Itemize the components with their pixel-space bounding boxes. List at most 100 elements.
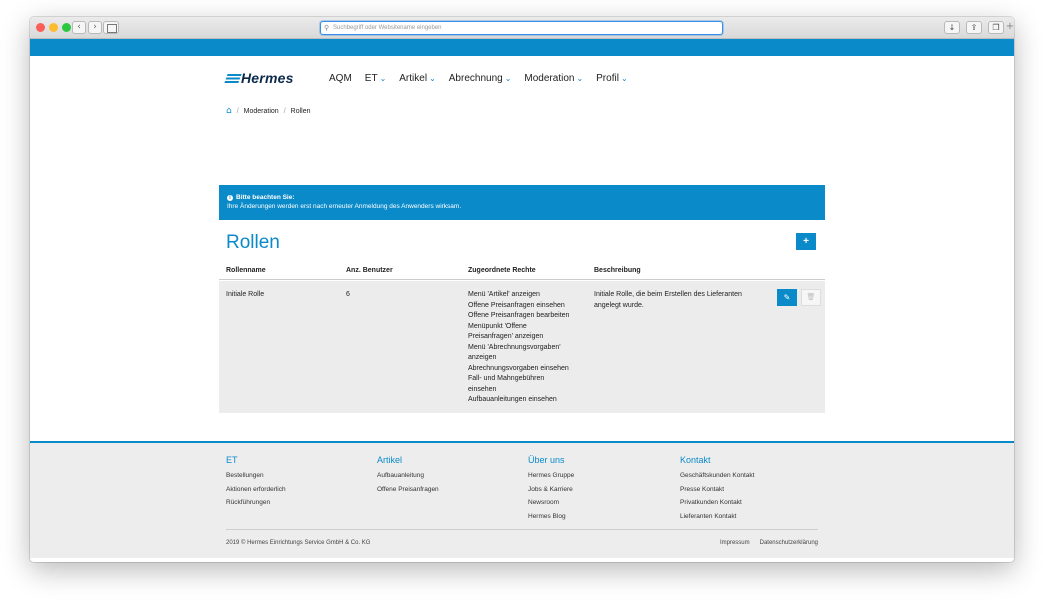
home-icon[interactable]: ⌂ [226,106,232,116]
footer-column-et: ET Bestellungen Aktionen erforderlich Rü… [226,455,286,510]
footer-link[interactable]: Hermes Gruppe [528,469,574,483]
footer-link[interactable]: Newsroom [528,496,574,510]
chevron-down-icon: ⌄ [429,74,436,83]
zoom-window-button[interactable] [62,23,71,32]
table-row: Initiale Rolle 6 Menü 'Artikel' anzeigen… [219,281,825,413]
column-header-rollenname: Rollenname [226,267,266,274]
nav-label: Moderation [524,73,575,84]
footer-link[interactable]: Jobs & Karriere [528,483,574,497]
alert-title-line: i Bitte beachten Sie: [227,193,825,202]
description-line: angelegt wurde. [594,301,644,309]
datenschutz-link[interactable]: Datenschutzerklärung [760,540,818,546]
chevron-down-icon: ⌄ [379,74,387,83]
right-item: Fall- und Mahngebühren [468,375,545,382]
back-button[interactable]: ‹ [72,21,86,34]
breadcrumb-separator: / [283,107,286,115]
breadcrumb-separator: / [236,107,239,115]
nav-item-moderation[interactable]: Moderation ⌄ [524,73,583,84]
site-footer: ET Bestellungen Aktionen erforderlich Rü… [30,441,1014,558]
nav-label: Abrechnung [448,73,503,84]
role-description: Initiale Rolle, die beim Erstellen des L… [594,290,770,311]
nav-item-artikel[interactable]: Artikel ⌄ [399,73,436,84]
info-icon: i [227,195,233,201]
right-item: anzeigen [468,354,497,361]
footer-column-title: Kontakt [680,455,711,465]
delete-role-button[interactable]: 🗑 [801,289,821,306]
footer-link[interactable]: Aufbauanleitung [377,469,439,483]
nav-label: ET [364,73,378,84]
user-count: 6 [346,291,350,298]
column-header-rechte: Zugeordnete Rechte [468,267,536,274]
footer-column-title: Artikel [377,455,403,465]
legal-links: Impressum Datenschutzerklärung [720,540,818,546]
footer-column-artikel: Artikel Aufbauanleitung Offene Preisanfr… [377,455,439,496]
share-button[interactable]: ⇪ [966,21,982,34]
right-item: Menüpunkt 'Offene [468,322,527,330]
footer-link[interactable]: Aktionen erforderlich [226,483,286,497]
browser-window: ‹ › ⚲ Suchbegriff oder Websitename einge… [30,17,1014,562]
footer-link[interactable]: Geschäftskunden Kontakt [680,469,754,483]
footer-link[interactable]: Bestellungen [226,469,286,483]
footer-column-ueber-uns: Über uns Hermes Gruppe Jobs & Karriere N… [528,455,574,523]
tabs-button[interactable]: ❐ [988,21,1004,34]
right-item: Preisanfragen' anzeigen [468,333,544,340]
logo-text: Hermes [241,70,294,86]
nav-item-profil[interactable]: Profil ⌄ [596,73,628,84]
footer-link[interactable]: Rückführungen [226,496,286,510]
breadcrumb-item-moderation[interactable]: Moderation [244,108,279,115]
footer-link[interactable]: Lieferanten Kontakt [680,510,754,524]
nav-item-et[interactable]: ET ⌄ [365,73,386,84]
role-name: Initiale Rolle [226,291,265,298]
info-alert: i Bitte beachten Sie: Ihre Änderungen wer… [219,185,825,220]
chevron-down-icon: ⌄ [504,74,512,83]
nav-label: AQM [329,73,352,84]
right-item: Offene Preisanfragen bearbeiten [468,312,570,319]
footer-bottom: 2019 © Hermes Einrichtungs Service GmbH … [226,529,818,546]
right-item: Aufbauanleitungen einsehen [468,396,557,403]
trash-icon: 🗑 [806,293,816,301]
rights-list: Menü 'Artikel' anzeigen Offene Preisanfr… [468,290,588,406]
chevron-down-icon: ⌄ [620,74,628,83]
description-line: Initiale Rolle, die beim Erstellen des L… [594,291,742,298]
footer-column-title: ET [226,455,238,465]
address-bar-placeholder: Suchbegriff oder Websitename eingeben [333,25,442,31]
footer-link[interactable]: Offene Preisanfragen [377,483,439,497]
right-item: einsehen [468,385,497,393]
footer-column-kontakt: Kontakt Geschäftskunden Kontakt Presse K… [680,455,754,523]
footer-column-title: Über uns [528,455,565,465]
footer-link[interactable]: Privatkunden Kontakt [680,496,754,510]
close-window-button[interactable] [36,23,45,32]
footer-link[interactable]: Presse Kontakt [680,483,754,497]
table-header: Rollenname Anz. Benutzer Zugeordnete Rec… [219,265,825,280]
toolbar-right: ↓ ⇪ ❐ [944,21,1004,34]
edit-role-button[interactable]: ✎ [777,289,797,306]
main-nav: AQM ET ⌄ Artikel ⌄ Abrechnung ⌄ Moderation ⌄… [329,73,641,84]
new-tab-button[interactable]: + [1004,21,1014,35]
footer-link[interactable]: Hermes Blog [528,510,574,524]
address-bar[interactable]: ⚲ Suchbegriff oder Websitename eingeben [320,21,723,35]
search-icon: ⚲ [324,25,330,32]
hermes-logo[interactable]: Hermes [224,70,294,86]
top-blue-bar [30,39,1014,56]
right-item: Abrechnungsvorgaben einsehen [468,364,569,372]
downloads-button[interactable]: ↓ [944,21,960,34]
breadcrumb-item-rollen: Rollen [290,107,311,115]
history-buttons: ‹ › [72,21,102,34]
forward-button[interactable]: › [88,21,102,34]
logo-speed-lines-icon [224,74,242,83]
add-role-button[interactable]: + [796,233,816,250]
nav-label: Artikel [399,73,428,84]
nav-item-abrechnung[interactable]: Abrechnung ⌄ [449,73,512,84]
column-header-anz-benutzer: Anz. Benutzer [346,267,393,274]
chevron-down-icon: ⌄ [576,74,584,83]
right-item: Menü 'Artikel' anzeigen [468,291,540,298]
sidebar-toggle-button[interactable] [103,21,119,34]
nav-item-aqm[interactable]: AQM [329,73,352,84]
browser-titlebar: ‹ › ⚲ Suchbegriff oder Websitename einge… [30,17,1014,39]
minimize-window-button[interactable] [49,23,58,32]
impressum-link[interactable]: Impressum [720,540,750,546]
nav-label: Profil [596,73,619,84]
page-title: Rollen [226,232,280,253]
alert-message: Ihre Änderungen werden erst nach erneute… [227,203,462,210]
right-item: Menü 'Abrechnungsvorgaben' [468,343,561,351]
